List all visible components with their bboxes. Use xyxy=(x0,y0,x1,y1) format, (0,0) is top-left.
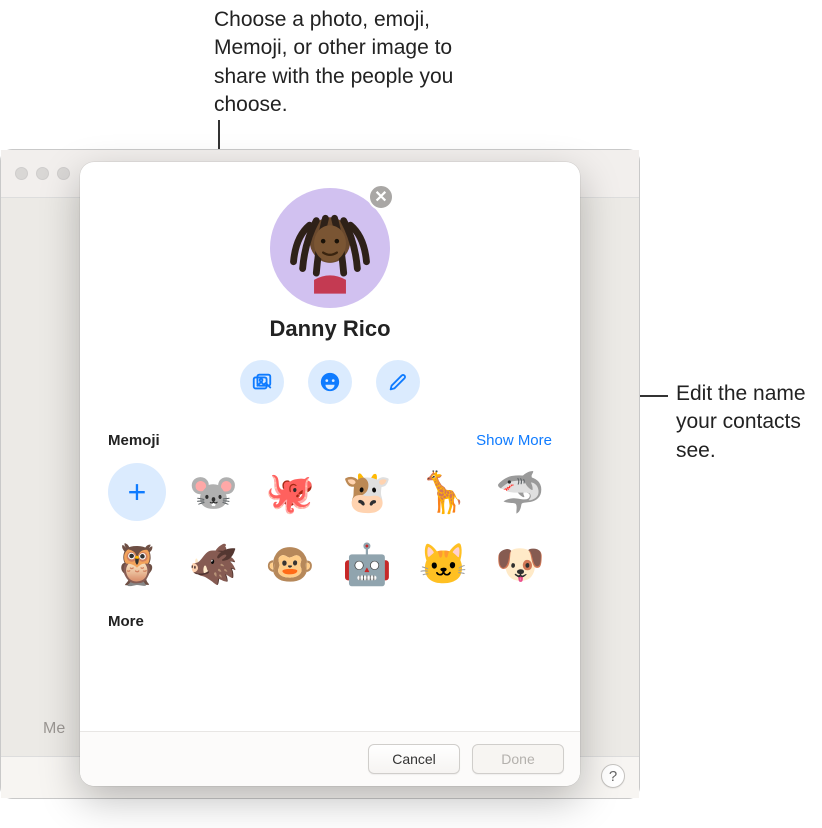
close-icon: ✕ xyxy=(374,187,387,207)
memoji-mouse[interactable]: 🐭 xyxy=(185,463,243,521)
edit-name-button[interactable] xyxy=(376,360,420,404)
memoji-person-icon xyxy=(273,191,387,305)
memoji-robot[interactable]: 🤖 xyxy=(338,535,396,593)
done-button: Done xyxy=(472,744,564,774)
more-section-label: More xyxy=(108,613,552,630)
memoji-cat[interactable]: 🐱 xyxy=(415,535,473,593)
memoji-owl[interactable]: 🦉 xyxy=(108,535,166,593)
picker-actions xyxy=(108,360,552,404)
emoji-button[interactable] xyxy=(308,360,352,404)
show-more-link[interactable]: Show More xyxy=(476,432,552,449)
sidebar-label-me: Me xyxy=(43,720,65,738)
memoji-section-header: Memoji Show More xyxy=(108,432,552,449)
callout-photo: Choose a photo, emoji, Memoji, or other … xyxy=(214,6,494,119)
sheet-footer: Cancel Done xyxy=(80,731,580,786)
share-name-photo-sheet: ✕ Danny Rico xyxy=(80,162,580,786)
memoji-dog[interactable]: 🐶 xyxy=(491,535,549,593)
callout-edit: Edit the name your contacts see. xyxy=(676,380,806,465)
photo-button[interactable] xyxy=(240,360,284,404)
memoji-label: Memoji xyxy=(108,432,160,449)
memoji-boar[interactable]: 🐗 xyxy=(185,535,243,593)
profile-avatar[interactable]: ✕ xyxy=(270,188,390,308)
cancel-button[interactable]: Cancel xyxy=(368,744,460,774)
photo-icon xyxy=(251,371,273,393)
memoji-shark[interactable]: 🦈 xyxy=(491,463,549,521)
profile-name: Danny Rico xyxy=(108,316,552,342)
memoji-giraffe[interactable]: 🦒 xyxy=(415,463,473,521)
memoji-cow[interactable]: 🐮 xyxy=(338,463,396,521)
clear-avatar-button[interactable]: ✕ xyxy=(368,184,394,210)
memoji-octopus[interactable]: 🐙 xyxy=(261,463,319,521)
emoji-face-icon xyxy=(319,371,341,393)
pencil-icon xyxy=(387,371,409,393)
memoji-monkey[interactable]: 🐵 xyxy=(261,535,319,593)
memoji-grid: + 🐭 🐙 🐮 🦒 🦈 🦉 🐗 🐵 🤖 🐱 🐶 xyxy=(108,463,552,593)
help-button[interactable]: ? xyxy=(601,764,625,788)
add-memoji-button[interactable]: + xyxy=(108,463,166,521)
